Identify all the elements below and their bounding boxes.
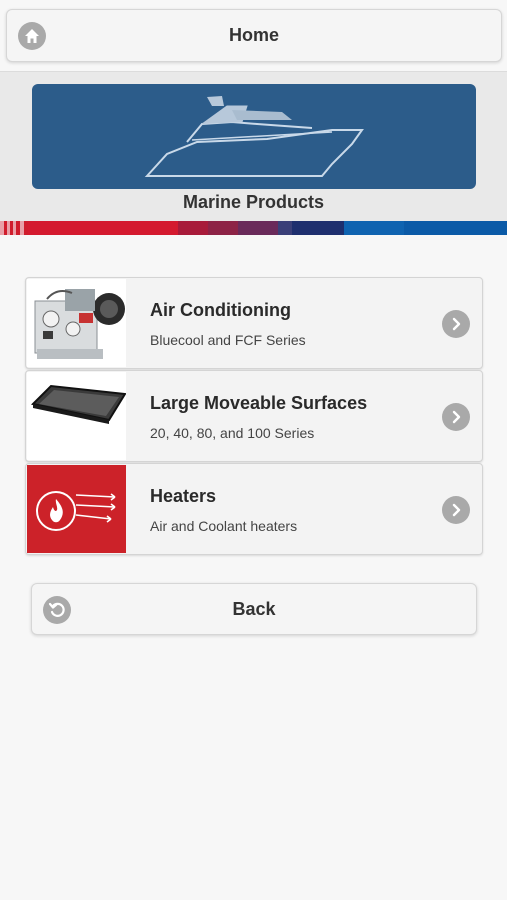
list-item-heaters[interactable]: Heaters Air and Coolant heaters — [25, 463, 483, 555]
section-title: Marine Products — [182, 192, 325, 212]
back-arrow-icon — [43, 596, 71, 624]
item-title: Air Conditioning — [150, 300, 291, 320]
list-item-air-conditioning[interactable]: Air Conditioning Bluecool and FCF Series — [25, 277, 483, 369]
heater-thumbnail — [27, 465, 126, 553]
chevron-right-icon — [442, 403, 470, 431]
item-title: Large Moveable Surfaces — [150, 393, 368, 413]
air-conditioner-thumbnail — [27, 279, 126, 367]
item-title: Heaters — [150, 486, 217, 506]
chevron-right-icon — [442, 310, 470, 338]
item-subtitle: Air and Coolant heaters — [150, 518, 298, 534]
home-icon — [18, 22, 46, 50]
chevron-right-icon — [442, 496, 470, 524]
item-subtitle: Bluecool and FCF Series — [150, 332, 306, 348]
surface-panel-thumbnail — [27, 372, 126, 460]
yacht-banner — [32, 84, 476, 189]
back-label: Back — [232, 598, 276, 619]
list-item-large-moveable-surfaces[interactable]: Large Moveable Surfaces 20, 40, 80, and … — [25, 370, 483, 462]
header-banner-area: Marine Products — [0, 71, 507, 235]
color-stripe — [0, 221, 507, 235]
item-subtitle: 20, 40, 80, and 100 Series — [150, 425, 315, 441]
back-button[interactable]: Back — [31, 583, 477, 635]
product-list: Air Conditioning Bluecool and FCF Series… — [25, 277, 483, 556]
home-button[interactable]: Home — [6, 9, 502, 62]
home-label: Home — [228, 25, 279, 45]
